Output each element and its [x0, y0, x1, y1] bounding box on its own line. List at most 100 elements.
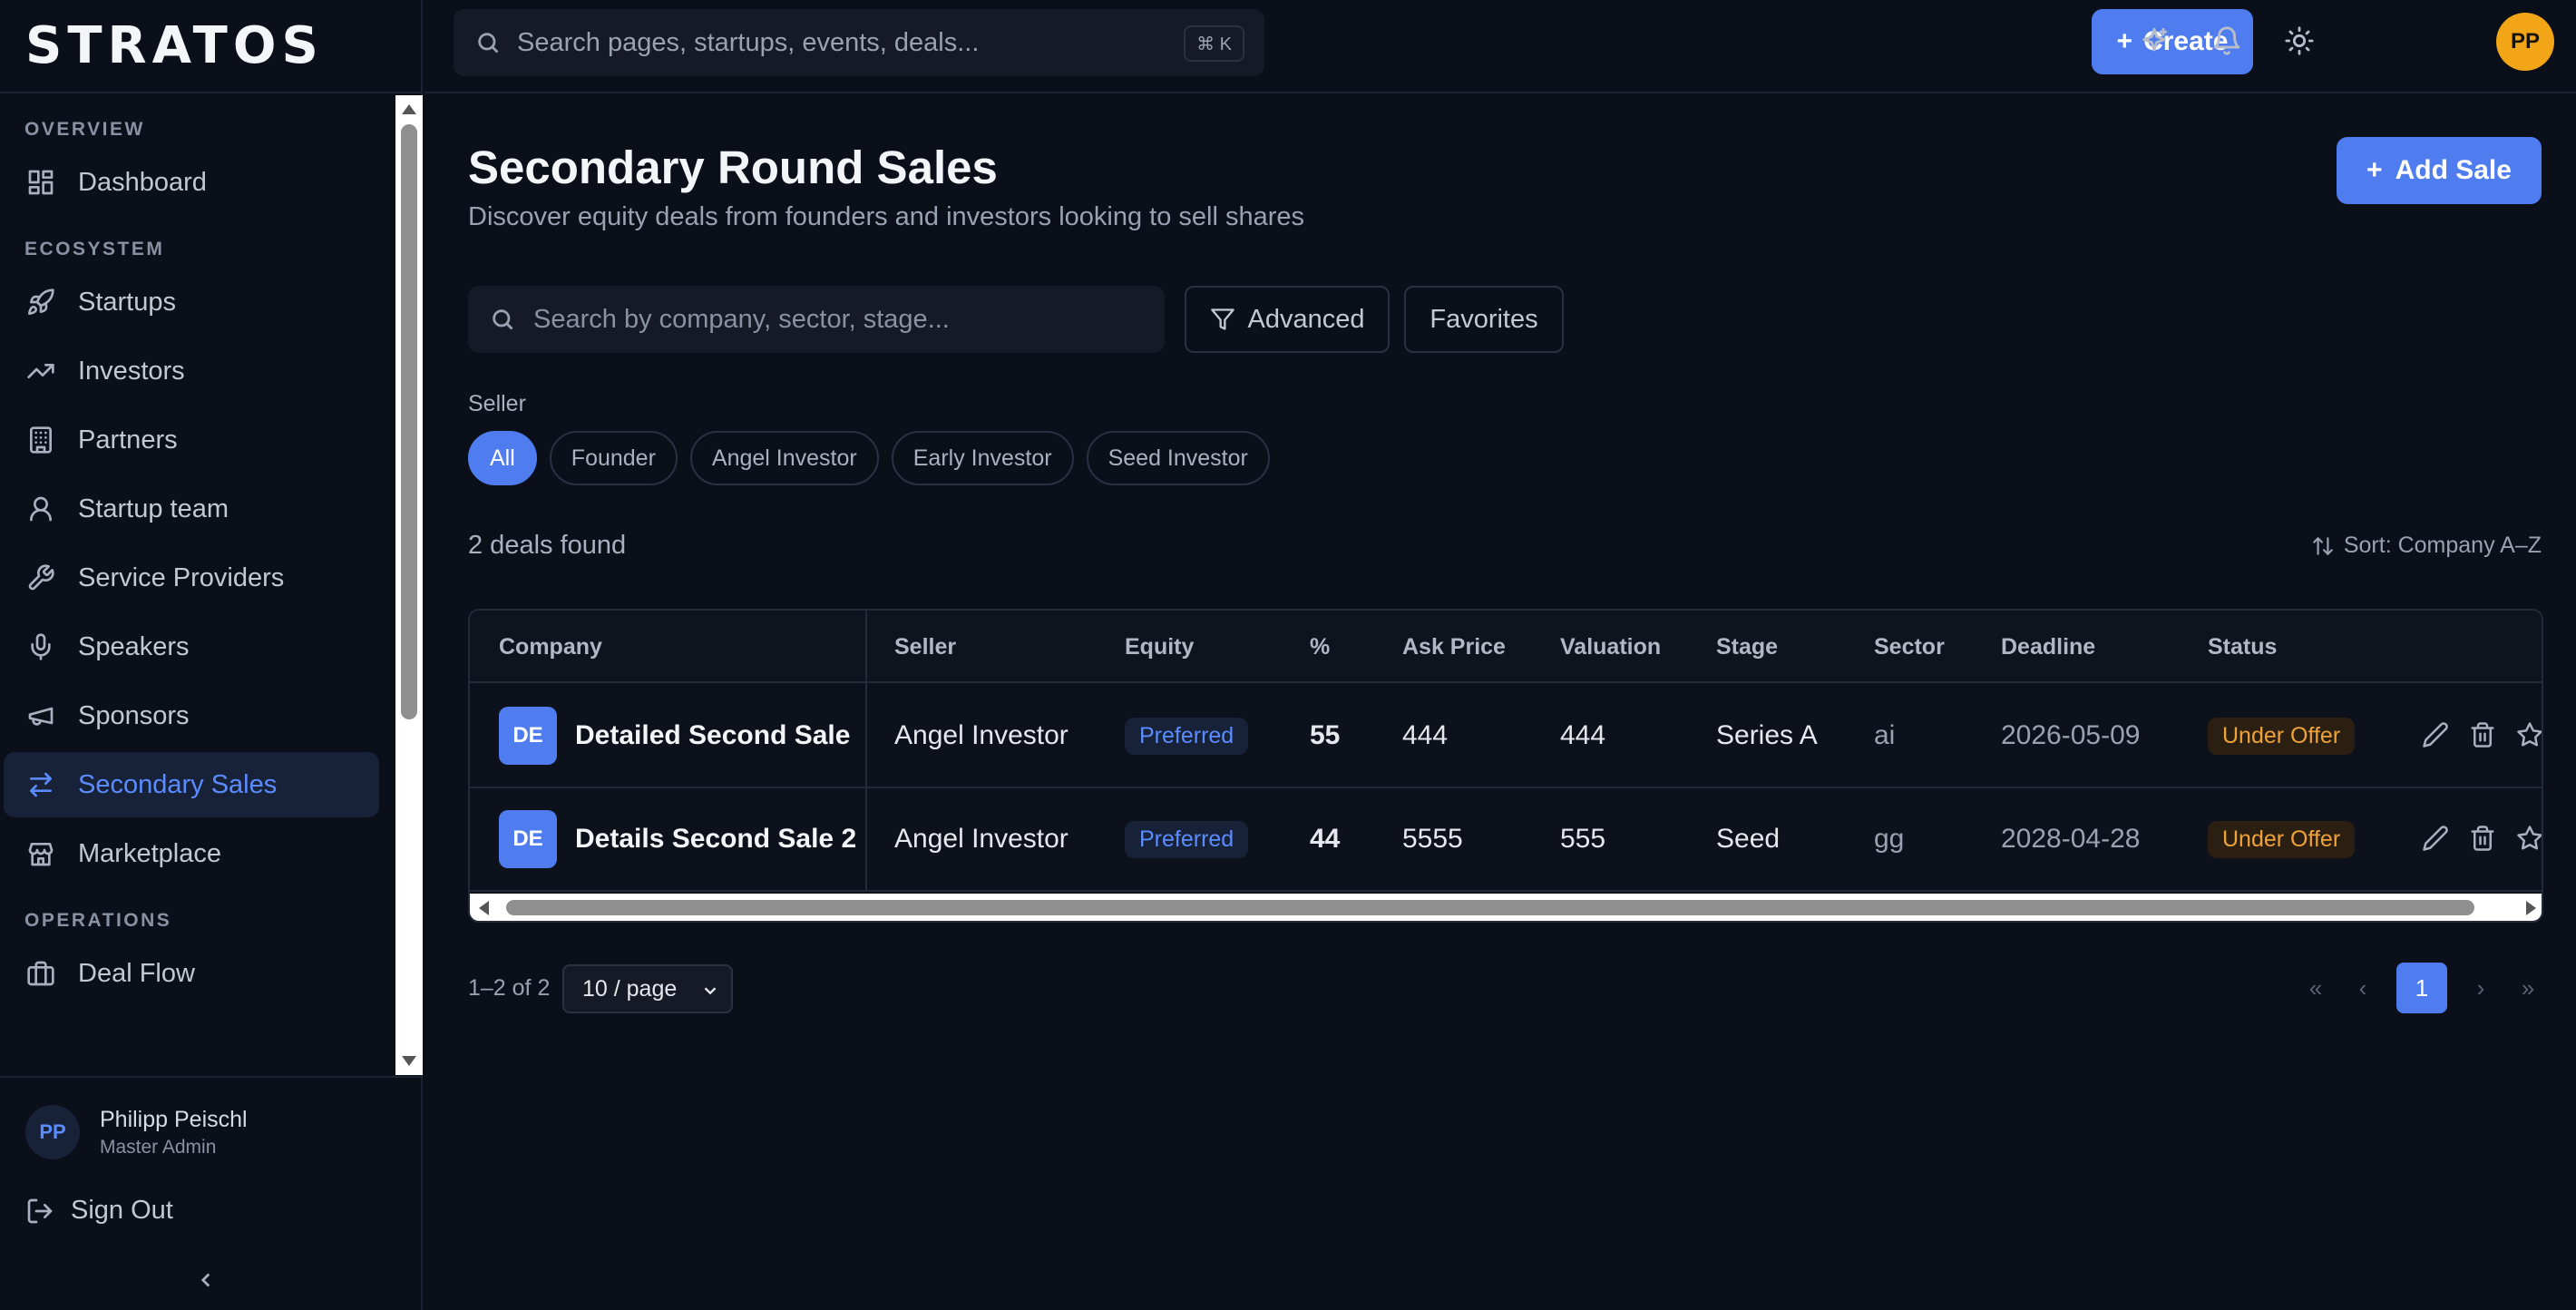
- global-search-input[interactable]: Search pages, startups, events, deals...…: [454, 9, 1264, 76]
- chip-early-investor[interactable]: Early Investor: [891, 431, 1074, 485]
- table-header: Company Seller Equity % Ask Price Valuat…: [470, 611, 2542, 683]
- sign-out-label: Sign Out: [71, 1196, 173, 1225]
- chip-all[interactable]: All: [468, 431, 537, 485]
- table-scrollbar[interactable]: [470, 894, 2542, 921]
- logo[interactable]: STRATOS: [25, 16, 324, 75]
- valuation-cell: 555: [1560, 824, 1606, 854]
- delete-button[interactable]: [2469, 721, 2498, 750]
- col-company[interactable]: Company: [499, 634, 602, 660]
- sidebar-scrollbar[interactable]: [395, 95, 423, 1075]
- trash-icon: [2471, 826, 2494, 851]
- col-valuation[interactable]: Valuation: [1560, 634, 1661, 660]
- sidebar-item-label: Sponsors: [78, 700, 190, 730]
- page-size-select[interactable]: 10 / page: [562, 964, 733, 1013]
- delete-button[interactable]: [2469, 825, 2498, 854]
- advanced-filter-button[interactable]: Advanced: [1185, 286, 1390, 353]
- edit-button[interactable]: [2422, 721, 2451, 750]
- sidebar-item-sponsors[interactable]: Sponsors: [4, 683, 379, 748]
- sidebar-item-label: Deal Flow: [78, 958, 195, 988]
- company-cell[interactable]: DE Detailed Second Sale: [499, 685, 850, 787]
- seller-filter-chips: All Founder Angel Investor Early Investo…: [468, 431, 1270, 485]
- seller-cell: Angel Investor: [894, 720, 1068, 750]
- pencil-icon: [2423, 826, 2448, 851]
- sidebar-item-marketplace[interactable]: Marketplace: [4, 821, 379, 886]
- nav-section-operations: OPERATIONS: [24, 910, 172, 931]
- scroll-down-arrow-icon[interactable]: [402, 1056, 416, 1066]
- avatar[interactable]: PP: [2496, 13, 2554, 71]
- sidebar-item-startups[interactable]: Startups: [4, 269, 379, 335]
- favorite-button[interactable]: [2516, 721, 2542, 750]
- company-cell[interactable]: DE Details Second Sale 2: [499, 788, 856, 890]
- trending-up-icon: [25, 356, 56, 386]
- scrollbar-thumb[interactable]: [506, 900, 2474, 915]
- table-row[interactable]: DE Details Second Sale 2 Angel Investor …: [470, 788, 2542, 892]
- sign-out-button[interactable]: Sign Out: [25, 1196, 173, 1226]
- col-status[interactable]: Status: [2208, 634, 2277, 660]
- scroll-left-arrow-icon[interactable]: [479, 901, 489, 915]
- next-page-button[interactable]: ›: [2467, 974, 2494, 1002]
- stage-cell: Seed: [1716, 824, 1781, 854]
- scroll-right-arrow-icon[interactable]: [2526, 901, 2536, 915]
- sidebar-item-label: Startup team: [78, 494, 229, 523]
- theme-toggle-button[interactable]: [2284, 25, 2317, 58]
- prev-page-button[interactable]: ‹: [2349, 974, 2376, 1002]
- user-role: Master Admin: [100, 1136, 217, 1158]
- stage-cell: Series A: [1716, 720, 1818, 750]
- notifications-button[interactable]: [2211, 25, 2244, 58]
- last-page-button[interactable]: »: [2514, 974, 2542, 1002]
- status-badge: Under Offer: [2208, 717, 2356, 755]
- sidebar-item-secondary-sales[interactable]: Secondary Sales: [4, 752, 379, 817]
- chip-seed-investor[interactable]: Seed Investor: [1086, 431, 1270, 485]
- pagination-range: 1–2 of 2: [468, 975, 551, 1001]
- company-badge: DE: [499, 810, 557, 868]
- collapse-sidebar-button[interactable]: [194, 1268, 218, 1296]
- valuation-cell: 444: [1560, 720, 1606, 750]
- col-seller[interactable]: Seller: [894, 634, 956, 660]
- sort-button[interactable]: Sort: Company A–Z: [2311, 533, 2542, 559]
- sidebar-item-investors[interactable]: Investors: [4, 338, 379, 404]
- scrollbar-thumb[interactable]: [401, 124, 417, 719]
- sort-label: Sort: Company A–Z: [2343, 533, 2542, 558]
- sidebar-item-label: Marketplace: [78, 838, 221, 868]
- plus-icon: +: [2116, 26, 2133, 56]
- pencil-icon: [2423, 722, 2448, 748]
- building-icon: [25, 425, 56, 455]
- scroll-up-arrow-icon[interactable]: [402, 104, 416, 114]
- col-stage[interactable]: Stage: [1716, 634, 1778, 660]
- company-name: Detailed Second Sale: [575, 720, 851, 750]
- favorite-button[interactable]: [2516, 825, 2542, 854]
- first-page-button[interactable]: «: [2302, 974, 2329, 1002]
- sidebar-item-deal-flow[interactable]: Deal Flow: [4, 941, 379, 1006]
- user-profile[interactable]: PP Philipp Peischl Master Admin: [25, 1105, 248, 1159]
- deadline-cell: 2028-04-28: [2001, 824, 2141, 854]
- sidebar-item-label: Startups: [78, 287, 176, 317]
- page-size-value: 10 / page: [582, 975, 678, 1002]
- chip-founder[interactable]: Founder: [549, 431, 678, 485]
- edit-button[interactable]: [2422, 825, 2451, 854]
- sidebar-item-startup-team[interactable]: Startup team: [4, 476, 379, 542]
- deal-search-placeholder: Search by company, sector, stage...: [533, 304, 950, 334]
- col-ask-price[interactable]: Ask Price: [1402, 634, 1506, 660]
- col-deadline[interactable]: Deadline: [2001, 634, 2095, 660]
- megaphone-icon: [25, 700, 56, 731]
- table-row[interactable]: DE Detailed Second Sale Angel Investor P…: [470, 685, 2542, 788]
- user-avatar: PP: [25, 1105, 80, 1159]
- chip-angel-investor[interactable]: Angel Investor: [689, 431, 879, 485]
- nav-section-ecosystem: ECOSYSTEM: [24, 239, 165, 259]
- deal-search-input[interactable]: Search by company, sector, stage...: [468, 286, 1165, 353]
- col-equity[interactable]: Equity: [1125, 634, 1194, 660]
- add-sale-button[interactable]: + Add Sale: [2337, 137, 2542, 204]
- sparkles-button[interactable]: [2139, 25, 2171, 58]
- col-sector[interactable]: Sector: [1874, 634, 1945, 660]
- sidebar-item-speakers[interactable]: Speakers: [4, 614, 379, 679]
- sidebar-item-partners[interactable]: Partners: [4, 407, 379, 473]
- favorites-button[interactable]: Favorites: [1404, 286, 1564, 353]
- current-page-button[interactable]: 1: [2396, 963, 2447, 1013]
- sidebar-item-label: Investors: [78, 356, 185, 386]
- deadline-cell: 2026-05-09: [2001, 720, 2141, 750]
- microphone-icon: [25, 631, 56, 662]
- sidebar-item-dashboard[interactable]: Dashboard: [4, 150, 379, 215]
- sidebar-nav: OVERVIEW Dashboard ECOSYSTEM Startups In…: [0, 95, 395, 1075]
- sidebar-item-service-providers[interactable]: Service Providers: [4, 545, 379, 611]
- col-percent[interactable]: %: [1310, 634, 1330, 660]
